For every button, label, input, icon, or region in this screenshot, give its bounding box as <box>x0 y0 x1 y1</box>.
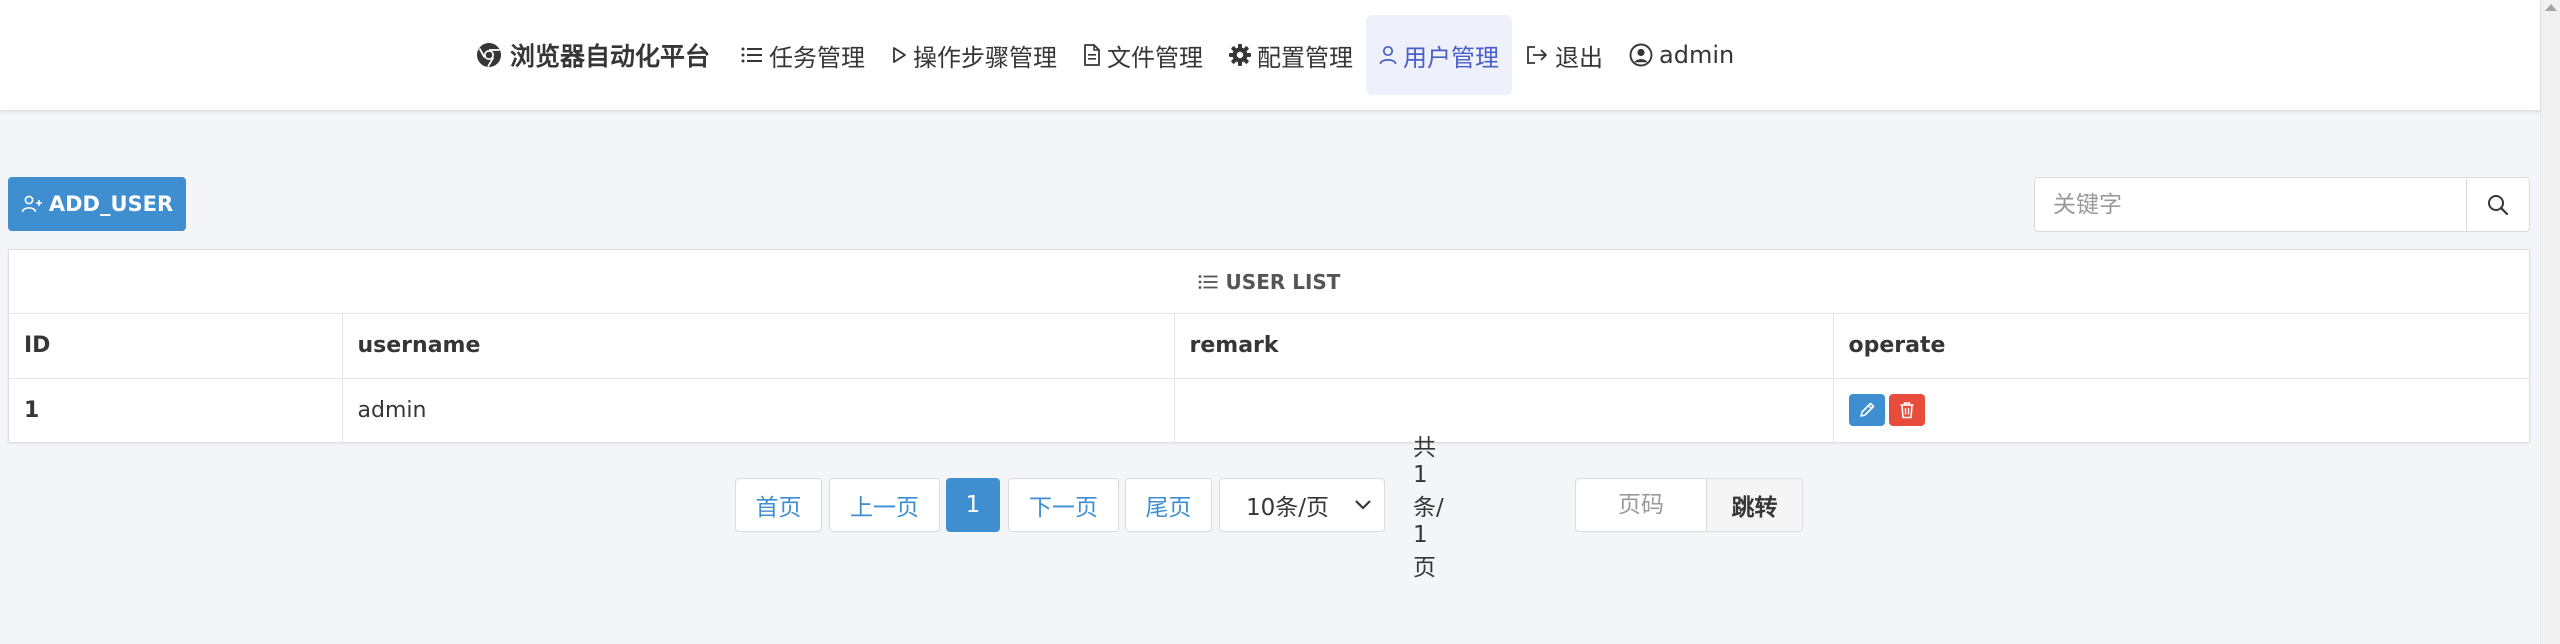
table-header-row: ID username remark operate <box>9 314 2529 379</box>
column-header[interactable]: username <box>342 314 1175 379</box>
column-header[interactable]: ID <box>9 314 343 379</box>
go-to-page-button[interactable]: 跳转 <box>1706 478 1803 532</box>
scroll-up-arrow-icon[interactable] <box>2545 4 2557 11</box>
add-user-label: ADD_USER <box>48 192 174 216</box>
gear-icon <box>1229 44 1252 66</box>
list-icon <box>1198 274 1218 289</box>
search-icon <box>2488 194 2509 215</box>
next-page-button[interactable]: 下一页 <box>1008 478 1119 532</box>
logout-icon <box>1527 46 1547 64</box>
table-row: 1 admin <box>9 378 2529 442</box>
top-navbar: 浏览器自动化平台 任务管理 操作步骤管理 文件管理 配置管理 用户管理 退出 a… <box>0 0 2540 110</box>
column-header[interactable]: remark <box>1174 314 1834 379</box>
account-name: admin <box>1659 41 1735 69</box>
total-count: 共 1 条/ 1 页 <box>1413 435 1444 581</box>
first-page-button[interactable]: 首页 <box>735 478 822 532</box>
chrome-icon <box>477 43 501 68</box>
nav-item-logout[interactable]: 退出 <box>1512 15 1616 95</box>
column-header[interactable]: operate <box>1833 314 2529 379</box>
nav-item-label: 配置管理 <box>1257 43 1354 72</box>
file-icon <box>1084 44 1100 66</box>
nav-item-label: 退出 <box>1555 43 1604 72</box>
add-user-button[interactable]: ADD_USER <box>8 177 186 231</box>
nav-item-tasks[interactable]: 任务管理 <box>728 15 878 95</box>
brand[interactable]: 浏览器自动化平台 <box>476 37 710 73</box>
user-icon <box>1379 45 1397 65</box>
panel-header: USER LIST <box>9 250 2529 314</box>
brand-title: 浏览器自动化平台 <box>510 42 711 71</box>
page-number-input[interactable] <box>1575 478 1707 532</box>
user-table: ID username remark operate 1 admin <box>9 314 2529 442</box>
page-scrollbar[interactable] <box>2540 0 2560 644</box>
user-list-panel: USER LIST ID username remark operate 1 a… <box>8 249 2530 443</box>
current-page-button[interactable]: 1 <box>946 478 1000 532</box>
nav-item-config[interactable]: 配置管理 <box>1216 15 1366 95</box>
nav-item-steps[interactable]: 操作步骤管理 <box>878 15 1070 95</box>
nav-item-label: 文件管理 <box>1107 43 1204 72</box>
cell-operate <box>1833 378 2529 442</box>
list-icon <box>741 47 763 63</box>
page-size-value: 10条/页 <box>1246 495 1330 521</box>
cell-username: admin <box>342 378 1175 442</box>
search-bar <box>2034 177 2530 232</box>
nav-item-users[interactable]: 用户管理 <box>1366 15 1513 95</box>
last-page-button[interactable]: 尾页 <box>1125 478 1212 532</box>
navbar-menu: 浏览器自动化平台 任务管理 操作步骤管理 文件管理 配置管理 用户管理 退出 a… <box>476 0 1747 110</box>
nav-item-label: 任务管理 <box>769 43 866 72</box>
cell-id: 1 <box>9 378 343 442</box>
trash-icon <box>1900 402 1913 419</box>
search-input[interactable] <box>2034 177 2466 232</box>
nav-item-label: 用户管理 <box>1403 43 1500 72</box>
nav-item-label: 操作步骤管理 <box>913 43 1058 72</box>
delete-button[interactable] <box>1888 394 1925 427</box>
prev-page-button[interactable]: 上一页 <box>829 478 940 532</box>
chevron-down-icon <box>1355 500 1371 510</box>
page-size-select[interactable]: 10条/页 <box>1219 478 1385 532</box>
panel-title: USER LIST <box>1225 269 1341 294</box>
nav-item-account[interactable]: admin <box>1616 15 1747 95</box>
nav-item-files[interactable]: 文件管理 <box>1070 15 1216 95</box>
edit-button[interactable] <box>1848 394 1885 427</box>
pencil-icon <box>1859 402 1874 418</box>
search-button[interactable] <box>2466 177 2530 232</box>
user-circle-icon <box>1629 43 1653 67</box>
cell-remark <box>1174 378 1834 442</box>
play-icon <box>893 47 906 63</box>
user-plus-icon <box>21 195 42 213</box>
